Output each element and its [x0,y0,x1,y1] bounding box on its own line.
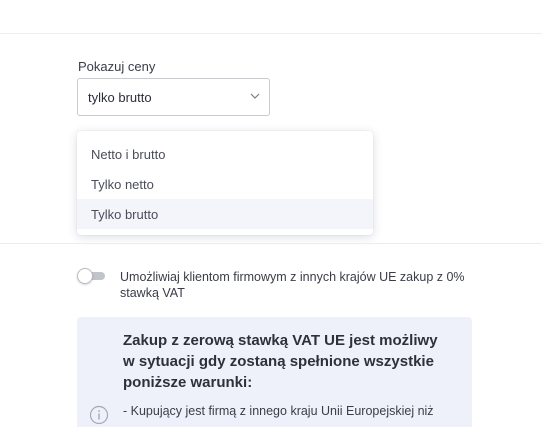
price-display-dropdown: Netto i brutto Tylko netto Tylko brutto [77,131,373,235]
select-current-value: tylko brutto [88,89,152,105]
price-display-select[interactable]: tylko brutto [77,78,270,116]
section-divider [0,243,542,244]
eu-zero-vat-toggle[interactable] [77,268,107,284]
option-tylko-brutto[interactable]: Tylko brutto [77,199,373,229]
toggle-knob [77,268,93,284]
top-divider [0,33,542,34]
info-icon [89,405,109,425]
info-condition-1: - Kupujący jest firmą z innego kraju Uni… [123,404,434,418]
price-display-label: Pokazuj ceny [78,59,156,74]
eu-vat-info-box: Zakup z zerową stawką VAT UE jest możliw… [77,317,472,427]
option-netto-i-brutto[interactable]: Netto i brutto [77,139,373,169]
info-box-title: Zakup z zerową stawką VAT UE jest możliw… [123,332,438,391]
chevron-down-icon [250,93,260,99]
eu-zero-vat-label: Umożliwiaj klientom firmowym z innych kr… [120,270,465,300]
option-tylko-netto[interactable]: Tylko netto [77,169,373,199]
